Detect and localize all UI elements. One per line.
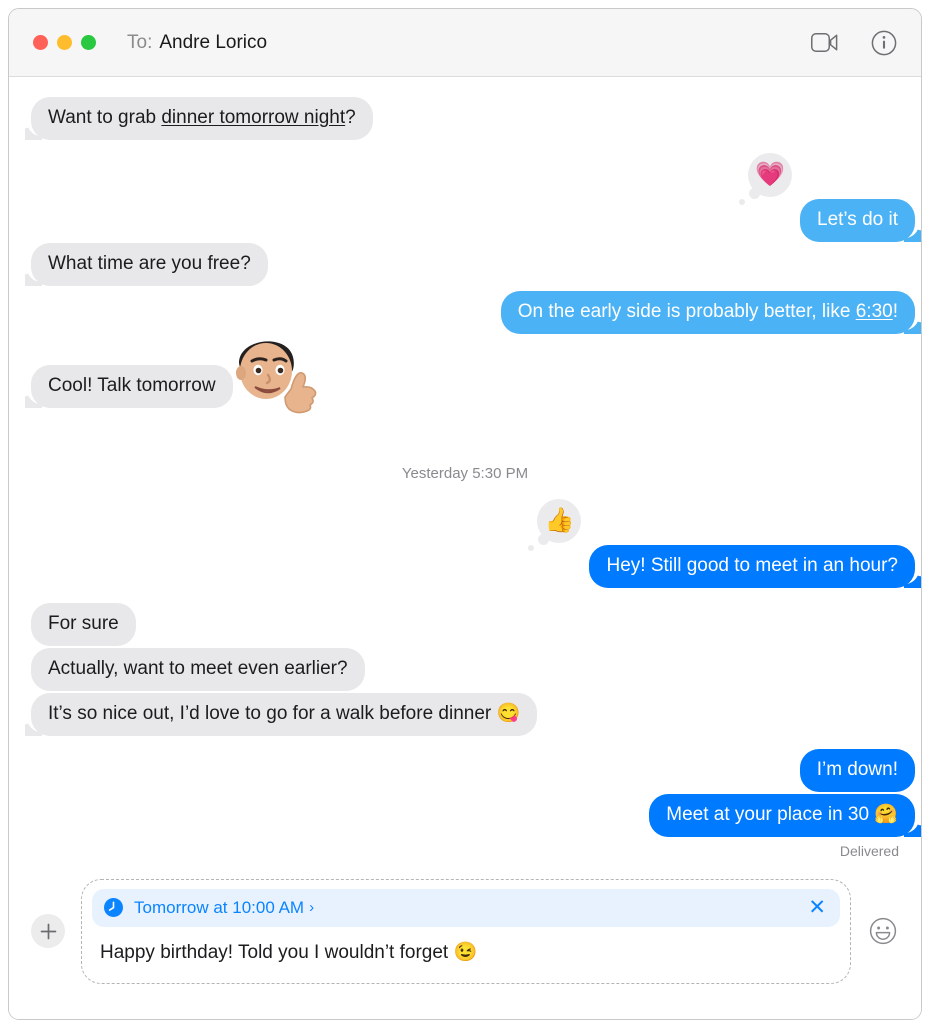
timestamp-divider: Yesterday 5:30 PM: [401, 465, 529, 482]
message-row: What time are you free?: [31, 243, 268, 286]
message-text: Cool! Talk tomorrow: [48, 375, 216, 396]
message-row: It’s so nice out, I’d love to go for a w…: [31, 693, 538, 736]
minimize-window-button[interactable]: [57, 35, 72, 50]
messages-window: To: Andre Lorico Want to grab dinner tom…: [8, 8, 922, 1020]
tapback-dot-large: [749, 188, 761, 199]
memoji-thumbs-up-icon: [236, 341, 317, 414]
add-attachment-button[interactable]: [31, 914, 65, 948]
message-text: What time are you free?: [48, 253, 251, 274]
message-row: Cool! Talk tomorrow: [31, 341, 317, 414]
info-circle-icon: [871, 30, 897, 55]
recipient-name: Andre Lorico: [159, 31, 268, 53]
message-input-container[interactable]: Tomorrow at 10:00 AM › ✕ Happy birthday!…: [81, 878, 851, 984]
message-row: Meet at your place in 30 🤗: [649, 794, 915, 837]
video-camera-icon: [810, 33, 837, 52]
memoji-thumbs-up-sticker[interactable]: [219, 323, 319, 435]
tapback-emoji: 💗: [755, 161, 785, 188]
message-bubble-received[interactable]: Actually, want to meet even earlier?: [31, 648, 365, 691]
message-text: Meet at your place in 30 🤗: [666, 804, 898, 825]
tapback-dot-small: [528, 545, 535, 551]
details-button[interactable]: [869, 28, 899, 58]
tapback-dot-small: [739, 199, 746, 205]
message-text: I’m down!: [816, 759, 898, 780]
to-label: To:: [127, 31, 153, 53]
message-row: Want to grab dinner tomorrow night?: [31, 97, 373, 140]
message-bubble-sent[interactable]: Meet at your place in 30 🤗: [649, 794, 915, 837]
message-text: Hey! Still good to meet in an hour?: [606, 555, 898, 576]
thumbs-up-tapback[interactable]: 👍: [528, 499, 582, 551]
message-text: On the early side is probably better, li…: [517, 301, 856, 322]
message-bubble-received[interactable]: Want to grab dinner tomorrow night?: [31, 97, 373, 140]
message-row: Let’s do it 💗: [739, 153, 915, 242]
message-bubble-received[interactable]: It’s so nice out, I’d love to go for a w…: [31, 693, 538, 736]
message-text: Let’s do it: [817, 209, 898, 230]
close-window-button[interactable]: [33, 35, 48, 50]
recipient-field[interactable]: To: Andre Lorico: [127, 32, 267, 54]
zoom-window-button[interactable]: [81, 35, 96, 50]
message-bubble-received[interactable]: Cool! Talk tomorrow: [31, 365, 233, 408]
message-composer: Tomorrow at 10:00 AM › ✕ Happy birthday!…: [9, 869, 921, 1019]
message-text-tail: !: [892, 301, 898, 322]
tapback-dot-large: [538, 534, 550, 545]
message-row: On the early side is probably better, li…: [500, 291, 915, 334]
smiley-face-icon: [869, 917, 897, 945]
close-icon[interactable]: ✕: [808, 897, 826, 918]
message-bubble-sent[interactable]: On the early side is probably better, li…: [500, 291, 915, 334]
send-later-chip[interactable]: Tomorrow at 10:00 AM › ✕: [92, 888, 840, 927]
clock-icon: [104, 898, 123, 917]
tapback-emoji: 👍: [544, 507, 575, 534]
titlebar-actions: [809, 28, 899, 58]
message-bubble-sent[interactable]: Hey! Still good to meet in an hour? 👍: [528, 499, 915, 588]
facetime-button[interactable]: [809, 28, 839, 58]
message-bubble-received[interactable]: For sure: [31, 603, 136, 646]
send-later-label-group[interactable]: Tomorrow at 10:00 AM ›: [134, 898, 314, 918]
delivery-status: Delivered: [839, 843, 899, 859]
window-titlebar: To: Andre Lorico: [9, 9, 921, 77]
message-transcript[interactable]: Want to grab dinner tomorrow night? Let’…: [9, 77, 921, 869]
message-text: It’s so nice out, I’d love to go for a w…: [48, 703, 521, 724]
message-bubble-sent[interactable]: I’m down!: [799, 749, 915, 792]
message-bubble-sent[interactable]: Let’s do it 💗: [739, 153, 915, 242]
send-later-label: Tomorrow at 10:00 AM: [134, 897, 305, 917]
message-text-tail: ?: [345, 107, 356, 128]
heart-tapback[interactable]: 💗: [739, 153, 793, 205]
message-row: I’m down!: [799, 749, 915, 792]
message-row: Hey! Still good to meet in an hour? 👍: [528, 499, 915, 588]
message-row: Actually, want to meet even earlier?: [31, 648, 365, 691]
message-text: Actually, want to meet even earlier?: [48, 658, 348, 679]
message-link-date[interactable]: dinner tomorrow night: [161, 107, 345, 128]
message-text: Want to grab: [48, 107, 162, 128]
message-text: For sure: [48, 613, 119, 634]
message-link-time[interactable]: 6:30: [856, 301, 893, 322]
message-input[interactable]: Happy birthday! Told you I wouldn’t forg…: [92, 927, 840, 973]
message-row: For sure: [31, 603, 136, 646]
plus-icon: [40, 923, 56, 939]
chevron-right-icon: ›: [309, 899, 315, 916]
emoji-picker-button[interactable]: [867, 915, 899, 947]
traffic-light-group: [33, 35, 96, 50]
message-bubble-received[interactable]: What time are you free?: [31, 243, 268, 286]
